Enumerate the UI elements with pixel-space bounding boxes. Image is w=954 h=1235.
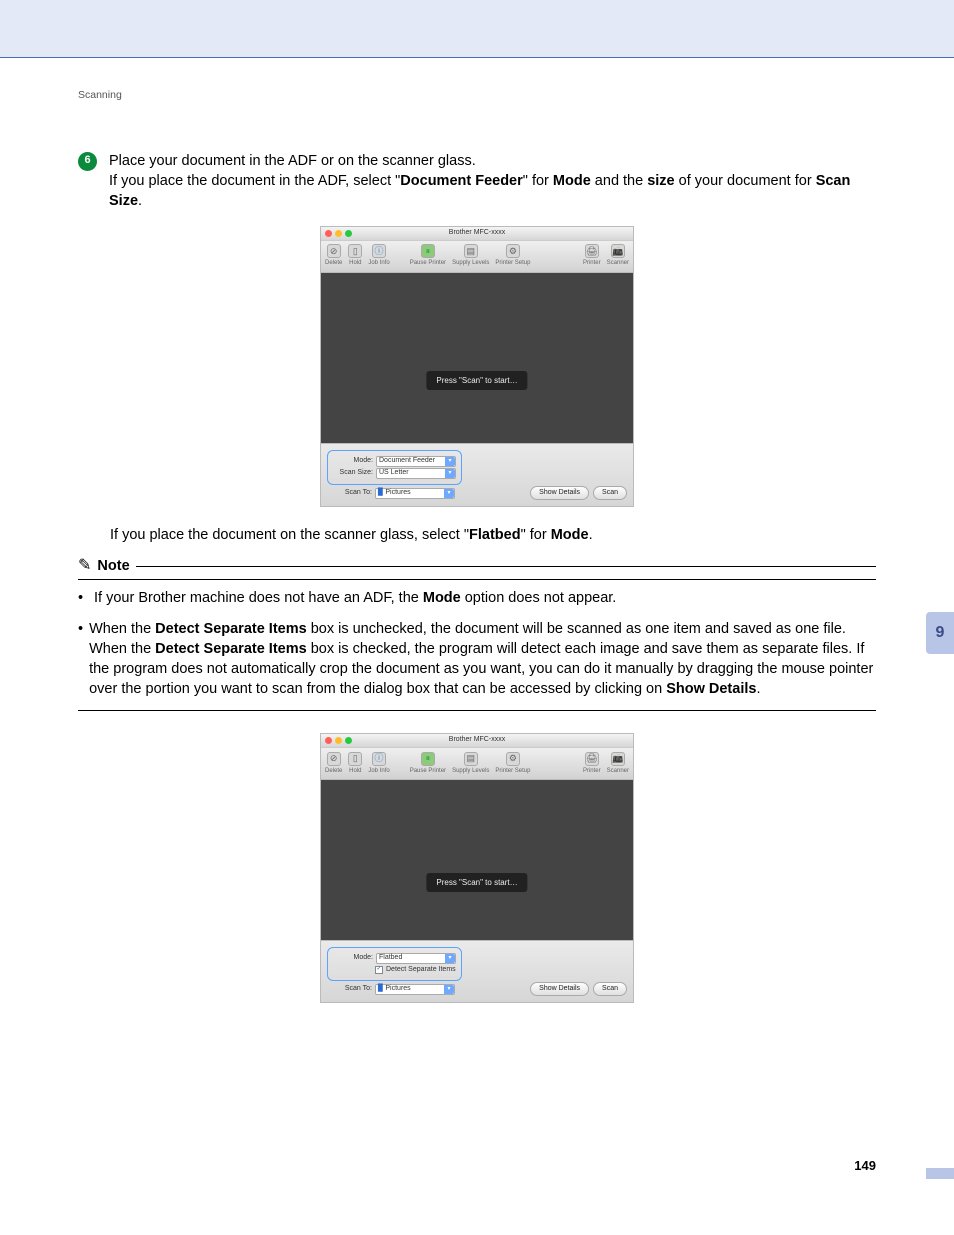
pause-printer-button[interactable]: ⏸Pause Printer <box>410 752 446 775</box>
note-item-1: • If your Brother machine does not have … <box>78 588 876 608</box>
printer-tab[interactable]: 🖨Printer <box>583 752 601 775</box>
screenshot-flatbed: Brother MFC-xxxx ⊘Delete ▯Hold ⓘJob Info… <box>320 733 634 1003</box>
jobinfo-button[interactable]: ⓘJob Info <box>368 752 389 775</box>
scanto-select[interactable]: ▉Pictures▾ <box>375 488 455 499</box>
chapter-tab: 9 <box>926 612 954 654</box>
window-title: Brother MFC-xxxx <box>321 735 633 745</box>
window-title: Brother MFC-xxxx <box>321 228 633 238</box>
delete-button[interactable]: ⊘Delete <box>325 752 342 775</box>
mid-instruction: If you place the document on the scanner… <box>110 525 876 545</box>
detect-separate-items-label: Detect Separate Items <box>386 965 456 975</box>
mode-label: Mode: <box>333 456 373 466</box>
page-decoration <box>926 1168 954 1179</box>
scanner-tab[interactable]: 📠Scanner <box>607 752 629 775</box>
step-number-badge: 6 <box>78 152 97 171</box>
printer-tab[interactable]: 🖨Printer <box>583 244 601 267</box>
hold-button[interactable]: ▯Hold <box>348 752 362 775</box>
scansize-select[interactable]: US Letter▾ <box>376 468 456 479</box>
scan-controls: Mode: Flatbed▾ ✓ Detect Separate Items S… <box>321 940 633 1002</box>
delete-button[interactable]: ⊘Delete <box>325 244 342 267</box>
printer-setup-button[interactable]: ⚙Printer Setup <box>495 244 530 267</box>
note-label: Note <box>97 556 129 576</box>
window-titlebar: Brother MFC-xxxx <box>321 227 633 241</box>
show-details-button[interactable]: Show Details <box>530 982 589 996</box>
scan-hint-tooltip: Press "Scan" to start… <box>426 873 527 892</box>
scan-hint-tooltip: Press "Scan" to start… <box>426 371 527 390</box>
jobinfo-button[interactable]: ⓘJob Info <box>368 244 389 267</box>
hold-button[interactable]: ▯Hold <box>348 244 362 267</box>
scan-controls: Mode: Document Feeder▾ Scan Size: US Let… <box>321 443 633 506</box>
step-line-2: If you place the document in the ADF, se… <box>109 171 876 212</box>
toolbar: ⊘Delete ▯Hold ⓘJob Info ⏸Pause Printer ▤… <box>321 748 633 780</box>
detect-separate-items-checkbox[interactable]: ✓ <box>375 966 383 974</box>
breadcrumb: Scanning <box>78 88 876 103</box>
scan-button[interactable]: Scan <box>593 486 627 500</box>
pause-printer-button[interactable]: ⏸Pause Printer <box>410 244 446 267</box>
mode-select[interactable]: Document Feeder▾ <box>376 456 456 467</box>
note-item-2: • When the Detect Separate Items box is … <box>78 619 876 700</box>
header-band <box>0 0 954 58</box>
window-titlebar: Brother MFC-xxxx <box>321 734 633 748</box>
scanner-tab[interactable]: 📠Scanner <box>607 244 629 267</box>
step-line-1: Place your document in the ADF or on the… <box>109 151 876 171</box>
toolbar: ⊘Delete ▯Hold ⓘJob Info ⏸Pause Printer ▤… <box>321 241 633 273</box>
scanto-label: Scan To: <box>332 984 372 994</box>
highlighted-controls: Mode: Flatbed▾ ✓ Detect Separate Items <box>327 947 462 981</box>
show-details-button[interactable]: Show Details <box>530 486 589 500</box>
scanto-select[interactable]: ▉Pictures▾ <box>375 984 455 995</box>
scan-button[interactable]: Scan <box>593 982 627 996</box>
note-icon: ✎ <box>78 555 91 577</box>
note-block: ✎ Note • If your Brother machine does no… <box>78 555 876 711</box>
scanto-label: Scan To: <box>332 488 372 498</box>
supply-levels-button[interactable]: ▤Supply Levels <box>452 752 489 775</box>
highlighted-controls: Mode: Document Feeder▾ Scan Size: US Let… <box>327 450 462 485</box>
step-6: 6 Place your document in the ADF or on t… <box>78 151 876 212</box>
step-text: Place your document in the ADF or on the… <box>109 151 876 212</box>
screenshot-adf: Brother MFC-xxxx ⊘Delete ▯Hold ⓘJob Info… <box>320 226 634 507</box>
supply-levels-button[interactable]: ▤Supply Levels <box>452 244 489 267</box>
mode-label: Mode: <box>333 953 373 963</box>
page-number: 149 <box>854 1157 876 1175</box>
scan-preview-area: Press "Scan" to start… <box>321 273 633 443</box>
mode-select[interactable]: Flatbed▾ <box>376 953 456 964</box>
printer-setup-button[interactable]: ⚙Printer Setup <box>495 752 530 775</box>
scansize-label: Scan Size: <box>333 468 373 478</box>
scan-preview-area: Press "Scan" to start… <box>321 780 633 940</box>
